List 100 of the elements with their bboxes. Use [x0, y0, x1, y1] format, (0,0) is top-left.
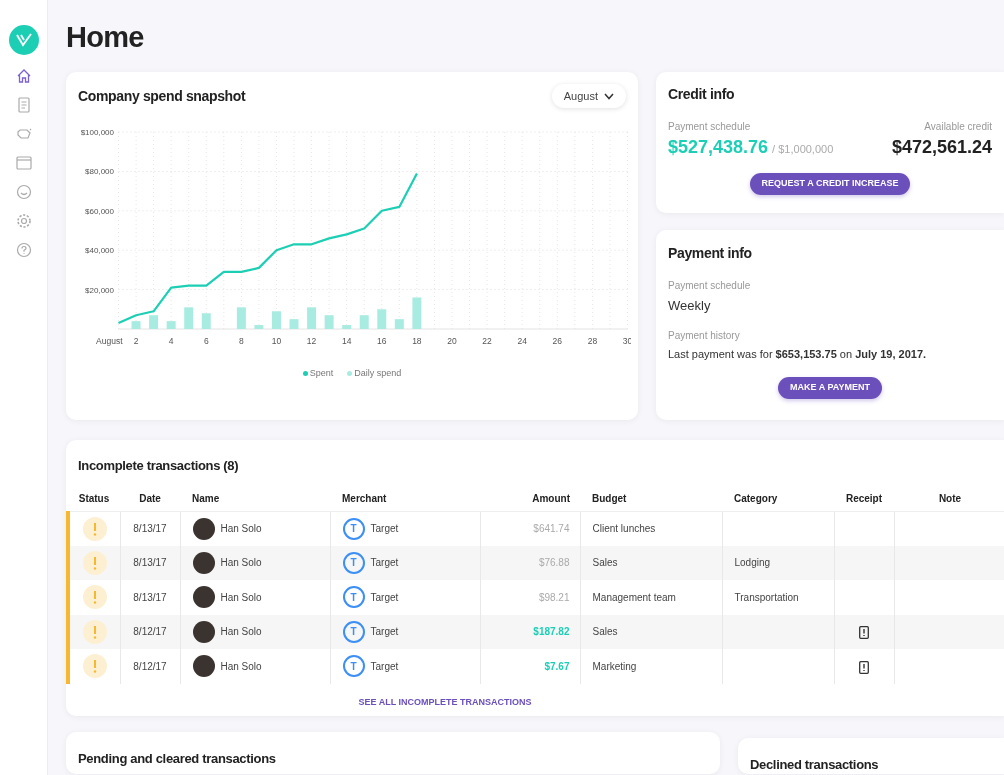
- avatar: [192, 586, 215, 609]
- person-name: Han Solo: [220, 659, 262, 674]
- warning-icon: [82, 550, 107, 575]
- x-tick-label: 12: [306, 336, 317, 346]
- amount-cell: $7.67: [544, 660, 570, 672]
- merchant-logo: T: [342, 586, 365, 609]
- bar: [377, 309, 387, 329]
- card-title: Declined transactions: [750, 757, 879, 772]
- date-cell: 8/12/17: [133, 660, 167, 672]
- see-all-link[interactable]: SEE ALL INCOMPLETE TRANSACTIONS: [358, 695, 532, 709]
- smiley-icon[interactable]: [14, 183, 33, 201]
- warning-icon: [82, 619, 107, 644]
- bar: [412, 297, 422, 329]
- warning-icon: [82, 516, 107, 541]
- bar: [201, 313, 211, 329]
- credit-increase-button[interactable]: REQUEST A CREDIT INCREASE: [749, 173, 911, 195]
- merchant-name: Target: [370, 590, 399, 605]
- column-header: Note: [938, 492, 962, 504]
- bar: [166, 321, 176, 329]
- bar: [184, 307, 194, 329]
- card-title: Company spend snapshot: [78, 86, 246, 106]
- category-cell: Transportation: [734, 591, 799, 603]
- x-tick-label: 24: [517, 336, 527, 346]
- available-amount: $472,561.24: [891, 136, 992, 159]
- amount-cell: $641.74: [533, 523, 570, 534]
- budget-cell: Sales: [592, 557, 618, 569]
- date-cell: 8/12/17: [133, 626, 167, 638]
- budget-cell: Management team: [592, 591, 676, 603]
- receipt-icon[interactable]: [859, 660, 869, 674]
- person-name: Han Solo: [220, 556, 262, 571]
- budget-cell: Marketing: [592, 660, 637, 672]
- avatar: [192, 551, 215, 574]
- y-tick-label: $100,000: [80, 128, 114, 137]
- card-title: Payment info: [668, 244, 752, 263]
- merchant-name: Target: [370, 522, 399, 536]
- bar: [149, 315, 159, 329]
- make-payment-button[interactable]: MAKE A PAYMENT: [778, 377, 882, 399]
- x-tick-label: 20: [447, 336, 457, 346]
- budget-cell: Client lunches: [592, 523, 656, 534]
- avatar: [192, 620, 215, 643]
- window-icon[interactable]: [14, 154, 33, 172]
- merchant-name: Target: [370, 625, 399, 640]
- person-name: Han Solo: [220, 625, 262, 640]
- column-header: Name: [192, 492, 220, 504]
- field-label: Available credit: [924, 120, 992, 134]
- date-cell: 8/13/17: [133, 591, 167, 603]
- warning-icon: [82, 585, 107, 610]
- receipt-icon[interactable]: [859, 626, 869, 640]
- merchant-logo: T: [342, 655, 365, 678]
- bar: [289, 319, 299, 329]
- x-tick-label: 4: [168, 336, 174, 346]
- bar: [236, 307, 246, 329]
- x-tick-label: 10: [271, 336, 282, 346]
- month-dropdown[interactable]: August: [551, 84, 626, 108]
- avatar: [192, 517, 215, 540]
- x-axis-label: August: [96, 336, 123, 346]
- column-header: Amount: [532, 492, 570, 504]
- credit-limit: / $1,000,000: [772, 142, 834, 157]
- legend-label: Spent: [309, 367, 334, 380]
- chevron-down-icon: [604, 92, 614, 100]
- x-tick-label: 28: [587, 336, 598, 346]
- card-title: Incomplete transactions (8): [78, 457, 239, 475]
- x-tick-label: 14: [341, 336, 352, 346]
- bar: [131, 321, 141, 329]
- field-label: Payment schedule: [668, 279, 751, 293]
- merchant-name: Target: [370, 659, 399, 674]
- budget-cell: Sales: [592, 626, 618, 638]
- person-name: Han Solo: [220, 522, 262, 536]
- column-header: Date: [139, 492, 161, 504]
- bar: [342, 325, 352, 329]
- settings-icon[interactable]: [14, 212, 33, 230]
- date-cell: 8/13/17: [133, 523, 167, 534]
- field-label: Payment schedule: [668, 120, 751, 134]
- merchant-logo: T: [342, 551, 365, 574]
- help-icon[interactable]: [14, 241, 33, 259]
- amount-cell: $98.21: [538, 591, 570, 603]
- x-tick-label: 16: [377, 336, 387, 346]
- y-tick-label: $20,000: [85, 285, 114, 295]
- bar: [271, 311, 281, 329]
- amount-cell: $187.82: [533, 626, 570, 638]
- payment-history-text: Last payment was for $653,153.75 on July 19, 2017.: [668, 346, 927, 362]
- merchant-logo: T: [342, 620, 365, 643]
- person-name: Han Solo: [220, 590, 262, 605]
- warning-icon: [82, 654, 107, 679]
- x-tick-label: 18: [412, 336, 422, 346]
- card-title: Pending and cleared transactions: [78, 751, 276, 766]
- spent-amount: $527,438.76: [668, 136, 769, 159]
- y-tick-label: $80,000: [85, 167, 114, 177]
- x-tick-label: 6: [203, 336, 209, 346]
- card-title: Credit info: [668, 85, 735, 104]
- column-header: Merchant: [342, 492, 387, 504]
- column-header: Category: [734, 492, 778, 504]
- column-header: Budget: [592, 492, 627, 504]
- bar: [359, 315, 369, 329]
- logo-icon: [8, 25, 39, 55]
- bar: [307, 307, 317, 329]
- legend-label: Daily spend: [354, 367, 402, 380]
- y-tick-label: $60,000: [85, 206, 114, 216]
- y-tick-label: $40,000: [85, 246, 114, 256]
- date-cell: 8/13/17: [133, 557, 167, 569]
